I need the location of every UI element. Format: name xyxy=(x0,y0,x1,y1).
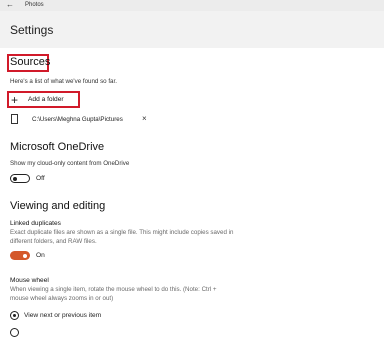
mouse-wheel-option-next-previous[interactable] xyxy=(10,311,19,320)
linked-duplicates-toggle-state: On xyxy=(36,252,45,259)
folder-document-icon xyxy=(11,114,18,124)
linked-duplicates-description-1: Exact duplicate files are shown as a sin… xyxy=(10,229,234,236)
onedrive-description: Show my cloud-only content from OneDrive xyxy=(10,160,130,167)
plus-icon: + xyxy=(11,93,19,107)
add-folder-button[interactable]: + Add a folder xyxy=(10,94,76,106)
folder-list-item: C:\Users\Meghna Gupta\Pictures × xyxy=(10,113,150,127)
radio-selected-dot xyxy=(12,313,16,317)
sources-description: Here's a list of what we've found so far… xyxy=(10,78,117,85)
sources-title: Sources xyxy=(10,56,51,68)
linked-duplicates-label: Linked duplicates xyxy=(10,220,61,227)
mouse-wheel-description-1: When viewing a single item, rotate the m… xyxy=(10,286,217,293)
linked-duplicates-description-2: different folders, and RAW files. xyxy=(10,238,97,245)
app-title: Photos xyxy=(25,2,44,8)
viewing-title: Viewing and editing xyxy=(10,200,106,212)
linked-duplicates-toggle[interactable] xyxy=(10,251,30,260)
settings-header: Settings xyxy=(0,11,384,48)
mouse-wheel-label: Mouse wheel xyxy=(10,277,49,284)
onedrive-title: Microsoft OneDrive xyxy=(10,141,105,153)
back-arrow-icon[interactable]: ← xyxy=(6,1,14,9)
onedrive-toggle[interactable] xyxy=(10,174,30,183)
folder-path: C:\Users\Meghna Gupta\Pictures xyxy=(32,116,123,123)
mouse-wheel-option-label: View next or previous item xyxy=(24,312,102,319)
window-titlebar: ← Photos xyxy=(0,0,384,11)
mouse-wheel-description-2: mouse wheel always zooms in or out) xyxy=(10,295,114,302)
close-icon[interactable]: × xyxy=(142,115,147,123)
onedrive-toggle-state: Off xyxy=(36,175,45,182)
add-folder-label: Add a folder xyxy=(28,96,64,103)
page-title: Settings xyxy=(10,23,54,37)
toggle-knob xyxy=(23,253,27,258)
toggle-knob xyxy=(13,176,17,181)
